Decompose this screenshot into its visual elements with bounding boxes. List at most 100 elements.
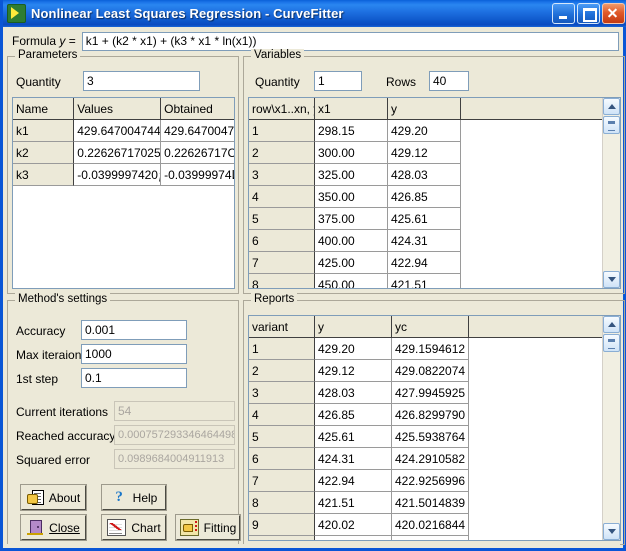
table-cell[interactable]: 429.0822074 <box>392 360 469 382</box>
table-cell[interactable]: 426.8299790 <box>392 404 469 426</box>
row-header-cell[interactable]: 1 <box>249 120 315 142</box>
table-row[interactable]: 7425.00422.94 <box>249 252 605 274</box>
table-row[interactable]: 5375.00425.61 <box>249 208 605 230</box>
row-header-cell[interactable]: 7 <box>249 470 315 492</box>
scroll-up-icon[interactable] <box>603 98 620 115</box>
reports-scroll-up-icon[interactable] <box>603 316 620 333</box>
table-row[interactable]: 6424.31424.2910582 <box>249 448 605 470</box>
row-header-cell[interactable]: 1 <box>249 338 315 360</box>
column-header[interactable]: row\x1..xn, y <box>249 98 315 120</box>
variables-quantity-input[interactable]: 1 <box>314 71 362 91</box>
row-header-cell[interactable]: 9 <box>249 514 315 536</box>
scrollbar-thumb[interactable] <box>603 116 620 134</box>
row-header-cell[interactable]: 2 <box>249 360 315 382</box>
reports-grid[interactable]: variantyyc1429.20429.15946122429.12429.0… <box>248 315 621 541</box>
row-header-cell[interactable]: 3 <box>249 164 315 186</box>
table-row[interactable]: k20.226267170250.22626717C <box>13 142 235 164</box>
table-row[interactable]: 4426.85426.8299790 <box>249 404 605 426</box>
table-cell[interactable]: 421.5014839 <box>392 492 469 514</box>
row-header-cell[interactable]: 8 <box>249 274 315 289</box>
table-cell[interactable]: 426.85 <box>388 186 461 208</box>
table-cell[interactable]: 427.9945925 <box>392 382 469 404</box>
row-header-cell[interactable]: 7 <box>249 252 315 274</box>
table-cell[interactable]: 424.31 <box>315 448 392 470</box>
chart-button[interactable]: Chart <box>102 515 166 540</box>
table-cell[interactable]: 426.85 <box>315 404 392 426</box>
table-cell[interactable]: 298.15 <box>315 120 388 142</box>
row-header-cell[interactable]: 5 <box>249 208 315 230</box>
row-header-cell[interactable]: 5 <box>249 426 315 448</box>
table-cell[interactable]: 429.12 <box>388 142 461 164</box>
table-cell[interactable]: 424.2910582 <box>392 448 469 470</box>
table-cell[interactable]: 0.22626717C <box>161 142 235 164</box>
table-cell[interactable]: 422.94 <box>388 252 461 274</box>
table-cell[interactable]: 428.03 <box>388 164 461 186</box>
table-row[interactable]: 7422.94422.9256996 <box>249 470 605 492</box>
reports-scrollbar-thumb[interactable] <box>603 334 620 352</box>
row-header-cell[interactable]: 2 <box>249 142 315 164</box>
table-cell[interactable]: 400.00 <box>315 230 388 252</box>
table-cell[interactable]: 425.61 <box>388 208 461 230</box>
row-header-cell[interactable]: 3 <box>249 382 315 404</box>
table-cell[interactable]: 375.00 <box>315 208 388 230</box>
table-cell[interactable]: 450.00 <box>315 274 388 289</box>
table-cell[interactable]: 0.22626717025 <box>74 142 161 164</box>
row-header-cell[interactable]: k1 <box>13 120 74 142</box>
column-header[interactable]: y <box>388 98 461 120</box>
table-cell[interactable]: 425.00 <box>315 252 388 274</box>
about-button[interactable]: About <box>21 485 86 510</box>
table-row[interactable]: 10418.49418.4892293 <box>249 536 605 541</box>
variables-grid[interactable]: row\x1..xn, yx1y1298.15429.202300.00429.… <box>248 97 621 289</box>
max-iteration-input[interactable]: 1000 <box>81 344 187 364</box>
table-cell[interactable]: 429.1594612 <box>392 338 469 360</box>
table-cell[interactable]: -0.03999974Ͷ <box>161 164 235 186</box>
table-row[interactable]: 3325.00428.03 <box>249 164 605 186</box>
table-cell[interactable]: 421.51 <box>315 492 392 514</box>
first-step-input[interactable]: 0.1 <box>81 368 187 388</box>
row-header-cell[interactable]: k3 <box>13 164 74 186</box>
parameters-quantity-input[interactable]: 3 <box>83 71 200 91</box>
table-cell[interactable]: 425.61 <box>315 426 392 448</box>
column-header[interactable]: yc <box>392 316 469 338</box>
column-header[interactable]: Values <box>74 98 161 120</box>
table-cell[interactable]: 422.94 <box>315 470 392 492</box>
table-row[interactable]: 4350.00426.85 <box>249 186 605 208</box>
table-cell[interactable]: 420.02 <box>315 514 392 536</box>
table-cell[interactable]: 428.03 <box>315 382 392 404</box>
table-cell[interactable]: 418.49 <box>315 536 392 541</box>
table-row[interactable]: 8450.00421.51 <box>249 274 605 289</box>
table-cell[interactable]: 418.4892293 <box>392 536 469 541</box>
row-header-cell[interactable]: 4 <box>249 186 315 208</box>
scroll-down-icon[interactable] <box>603 271 620 288</box>
row-header-cell[interactable]: 6 <box>249 230 315 252</box>
table-row[interactable]: 3428.03427.9945925 <box>249 382 605 404</box>
table-row[interactable]: 2429.12429.0822074 <box>249 360 605 382</box>
formula-input[interactable]: k1 + (k2 * x1) + (k3 * x1 * ln(x1)) <box>82 32 619 51</box>
table-cell[interactable]: 429.20 <box>315 338 392 360</box>
row-header-cell[interactable]: 6 <box>249 448 315 470</box>
help-button[interactable]: ? Help <box>102 485 166 510</box>
table-row[interactable]: 8421.51421.5014839 <box>249 492 605 514</box>
row-header-cell[interactable]: 4 <box>249 404 315 426</box>
table-cell[interactable]: 420.0216844 <box>392 514 469 536</box>
table-row[interactable]: 1298.15429.20 <box>249 120 605 142</box>
reports-scrollbar[interactable] <box>602 316 620 540</box>
row-header-cell[interactable]: k2 <box>13 142 74 164</box>
close-button[interactable]: Close <box>21 515 86 540</box>
column-header[interactable]: y <box>315 316 392 338</box>
table-cell[interactable]: 421.51 <box>388 274 461 289</box>
table-cell[interactable]: 429.647004744 <box>74 120 161 142</box>
table-row[interactable]: 1429.20429.1594612 <box>249 338 605 360</box>
table-cell[interactable]: 429.6470047 <box>161 120 235 142</box>
table-cell[interactable]: 424.31 <box>388 230 461 252</box>
column-header[interactable]: Obtained <box>161 98 235 120</box>
variables-scrollbar[interactable] <box>602 98 620 288</box>
table-row[interactable]: k3-0.0399997420ƒ-0.03999974Ͷ <box>13 164 235 186</box>
table-cell[interactable]: 429.20 <box>388 120 461 142</box>
table-cell[interactable]: 350.00 <box>315 186 388 208</box>
parameters-grid[interactable]: NameValuesObtainedk1429.647004744429.647… <box>12 97 235 289</box>
column-header[interactable]: variant <box>249 316 315 338</box>
table-cell[interactable]: 300.00 <box>315 142 388 164</box>
table-cell[interactable]: -0.0399997420ƒ <box>74 164 161 186</box>
fitting-button[interactable]: Fitting <box>176 515 240 540</box>
